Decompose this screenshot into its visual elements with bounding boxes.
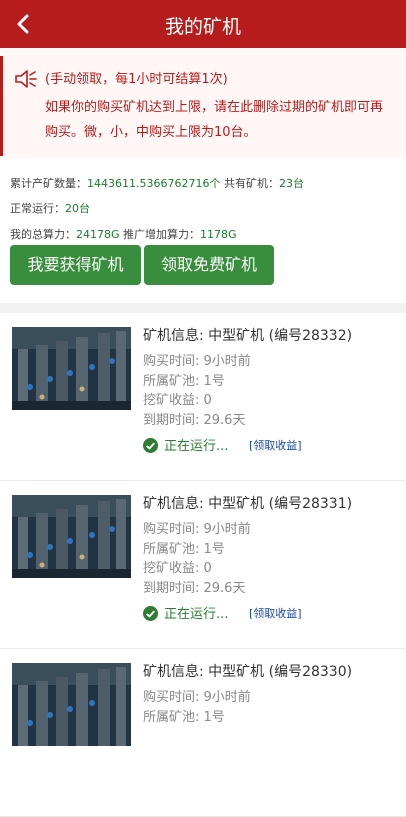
status-text: 正在运行... — [164, 439, 229, 454]
check-circle-icon — [143, 606, 158, 621]
machine-bought-time: 购买时间: 9小时前 — [143, 354, 251, 369]
stats-power-row: 我的总算力：24178G 推广增加算力：1178G — [10, 226, 237, 242]
machines-label: 共有矿机： — [220, 177, 279, 190]
machine-status: 正在运行... — [143, 435, 228, 454]
check-circle-icon — [143, 438, 158, 453]
total-label: 累计产矿数量： — [10, 177, 87, 190]
power-label: 我的总算力： — [10, 228, 76, 241]
machine-photo — [12, 495, 131, 578]
notice-panel: (手动领取，每1小时可结算1次) 如果你的购买矿机达到上限，请在此删除过期的矿机… — [0, 48, 406, 158]
machines-value: 23台 — [278, 177, 304, 190]
machine-card: 矿机信息: 中型矿机 (编号28331) 购买时间: 9小时前 所属矿池: 1号… — [0, 481, 406, 649]
speaker-icon — [15, 70, 37, 88]
notice-accent-bar — [0, 56, 3, 156]
machine-name: 矿机信息: 中型矿机 (编号28332) — [143, 328, 353, 344]
machine-bought-time: 购买时间: 9小时前 — [143, 690, 251, 705]
claim-income-link[interactable]: [领取收益] — [249, 605, 302, 621]
machine-pool: 所属矿池: 1号 — [143, 373, 225, 389]
machine-name: 矿机信息: 中型矿机 (编号28330) — [143, 664, 353, 680]
power-value: 24178G — [76, 228, 120, 241]
running-value: 20台 — [65, 202, 90, 215]
promo-label: 推广增加算力： — [119, 228, 201, 241]
machine-bought-time: 购买时间: 9小时前 — [143, 522, 251, 537]
total-value: 1443611.5366762716个 — [87, 177, 221, 190]
notice-line-2: 如果你的购买矿机达到上限，请在此删除过期的矿机即可再购买。微，小，中购买上限为1… — [45, 100, 384, 140]
running-label: 正常运行： — [10, 202, 65, 215]
machine-pool: 所属矿池: 1号 — [143, 709, 225, 725]
stats-total-row: 累计产矿数量：1443611.5366762716个 共有矿机：23台 — [10, 175, 304, 191]
section-divider — [0, 303, 406, 313]
notice-line-1: (手动领取，每1小时可结算1次) — [45, 72, 228, 87]
claim-income-link[interactable]: [领取收益] — [249, 437, 302, 453]
promo-value: 1178G — [200, 228, 237, 241]
stats-running-row: 正常运行：20台 — [10, 200, 90, 216]
machine-card: 矿机信息: 中型矿机 (编号28332) 购买时间: 9小时前 所属矿池: 1号… — [0, 313, 406, 481]
machine-name: 矿机信息: 中型矿机 (编号28331) — [143, 496, 353, 512]
machine-expire: 到期时间: 29.6天 — [143, 580, 246, 596]
machine-pool: 所属矿池: 1号 — [143, 541, 225, 557]
get-machine-button[interactable]: 我要获得矿机 — [10, 245, 141, 285]
machine-card: 矿机信息: 中型矿机 (编号28330) 购买时间: 9小时前 所属矿池: 1号 — [0, 649, 406, 817]
machine-income: 挖矿收益: 0 — [143, 393, 212, 408]
app-header: 我的矿机 — [0, 0, 406, 48]
machine-status: 正在运行... — [143, 603, 228, 622]
status-text: 正在运行... — [164, 607, 229, 622]
free-machine-button[interactable]: 领取免费矿机 — [144, 245, 274, 285]
machine-photo — [12, 327, 131, 410]
machine-income: 挖矿收益: 0 — [143, 561, 212, 576]
page-title: 我的矿机 — [164, 16, 241, 38]
machine-photo — [12, 663, 131, 746]
machine-expire: 到期时间: 29.6天 — [143, 412, 246, 428]
